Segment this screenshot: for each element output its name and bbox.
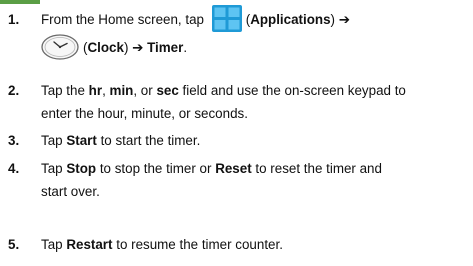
step-2: 2. Tap the hr, min, or sec field and use… [8, 79, 468, 125]
step-line: From the Home screen, tap (Applications)… [41, 4, 468, 34]
step-text-fragment: field and use the on-screen keypad to [182, 83, 406, 98]
step-4: 4. Tap Stop to stop the timer or Reset t… [8, 157, 468, 203]
start-label: Start [66, 133, 97, 148]
arrow-glyph: ➔ [132, 40, 144, 55]
step-text-fragment: From the Home screen, tap [41, 12, 204, 27]
step-number: 1. [8, 12, 20, 27]
step-text-fragment: Tap [41, 161, 63, 176]
step-text: Tap Stop to stop the timer or Reset to r… [41, 157, 468, 203]
step-number: 3. [8, 133, 20, 148]
clock-icon [41, 34, 79, 61]
step-number: 5. [8, 237, 20, 252]
step-text-fragment: Tap the [41, 83, 85, 98]
step-number: 4. [8, 161, 20, 176]
step-text-fragment: to start the timer. [100, 133, 201, 148]
step-text-fragment: , or [133, 83, 153, 98]
step-text: Tap Start to start the timer. [41, 130, 468, 152]
step-5: 5. Tap Restart to resume the timer count… [8, 234, 468, 256]
step-number: 2. [8, 83, 20, 98]
step-text: Tap Restart to resume the timer counter. [41, 234, 468, 256]
min-field-label: min [109, 83, 134, 98]
clock-label: Clock [87, 40, 124, 55]
restart-label: Restart [66, 237, 113, 252]
step-text-fragment: . [183, 40, 188, 55]
instruction-page: 1. From the Home screen, tap (Applicatio… [0, 0, 473, 266]
step-3: 3. Tap Start to start the timer. [8, 130, 468, 152]
step-text: Tap the hr, min, or sec field and use th… [41, 79, 468, 125]
applications-label: Applications [250, 12, 331, 27]
step-line: Tap Restart to resume the timer counter. [41, 234, 468, 256]
step-text-fragment: to stop the timer or [99, 161, 212, 176]
sec-field-label: sec [156, 83, 179, 98]
step-1: 1. From the Home screen, tap (Applicatio… [8, 4, 468, 62]
step-line: enter the hour, minute, or seconds. [41, 106, 248, 121]
step-text-fragment: to reset the timer and [255, 161, 382, 176]
step-text: From the Home screen, tap (Applications)… [41, 4, 468, 62]
step-line: Tap the hr, min, or sec field and use th… [41, 79, 468, 102]
reset-label: Reset [215, 161, 252, 176]
stop-label: Stop [66, 161, 97, 176]
timer-label: Timer [147, 40, 184, 55]
step-line: (Clock) ➔ Timer. [41, 34, 468, 62]
step-text-fragment: , [102, 83, 106, 98]
applications-grid-icon [211, 4, 242, 32]
hr-field-label: hr [88, 83, 103, 98]
step-line: Tap Stop to stop the timer or Reset to r… [41, 157, 468, 180]
arrow-glyph: ➔ [338, 12, 350, 27]
step-text-fragment: to resume the timer counter. [116, 237, 283, 252]
step-line: Tap Start to start the timer. [41, 130, 468, 152]
step-text-fragment: Tap [41, 133, 63, 148]
step-line: start over. [41, 184, 100, 199]
step-text-fragment: Tap [41, 237, 63, 252]
section-accent-bar [0, 0, 40, 4]
